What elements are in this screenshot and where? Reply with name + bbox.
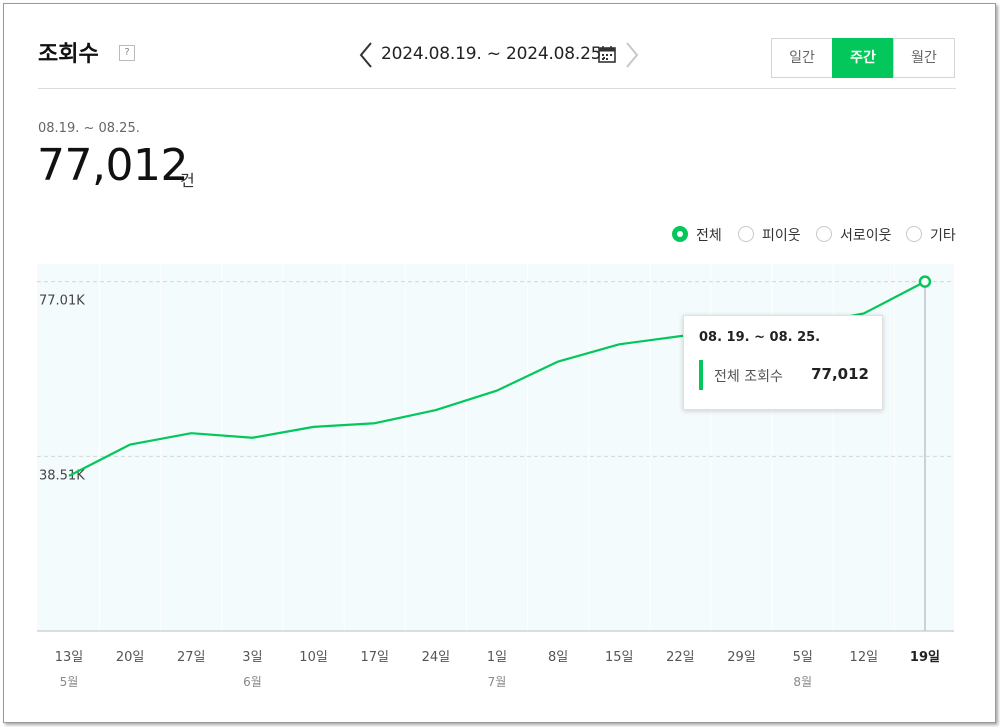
highlighted-data-point — [918, 275, 932, 288]
x-tick-label: 15일 — [605, 650, 634, 665]
tooltip-series-color-bar — [699, 360, 703, 390]
x-tick-label: 12일 — [850, 650, 879, 665]
x-tick-label: 22일 — [666, 650, 695, 665]
y-tick-label: 77.01K — [39, 294, 85, 309]
x-tick-label: 8일 — [548, 650, 568, 665]
month-label: 8월 — [793, 675, 812, 689]
x-tick-label: 1일 — [487, 650, 507, 665]
month-label: 5월 — [60, 675, 79, 689]
x-tick-label: 10일 — [299, 650, 328, 665]
month-label: 7월 — [488, 675, 507, 689]
x-tick-label: 17일 — [360, 650, 389, 665]
x-tick-label: 3일 — [242, 650, 262, 665]
tooltip-value: 77,012 — [811, 365, 869, 383]
month-label: 6월 — [243, 675, 262, 689]
stats-panel: 조회수 ? 2024.08.19. ~ 2024.08.25. 일간 주간 월간… — [3, 3, 996, 723]
x-tick-label: 13일 — [55, 650, 84, 665]
x-tick-label: 5일 — [793, 650, 813, 665]
x-tick-label: 24일 — [422, 650, 451, 665]
x-tick-label: 27일 — [177, 650, 206, 665]
tooltip-label: 전체 조회수 — [714, 369, 783, 385]
x-tick-label: 19일 — [910, 650, 940, 665]
x-tick-label: 20일 — [116, 650, 145, 665]
chart-tooltip: 08. 19. ~ 08. 25. 전체 조회수 77,012 — [683, 315, 883, 410]
tooltip-range: 08. 19. ~ 08. 25. — [699, 330, 821, 345]
x-tick-label: 29일 — [727, 650, 756, 665]
